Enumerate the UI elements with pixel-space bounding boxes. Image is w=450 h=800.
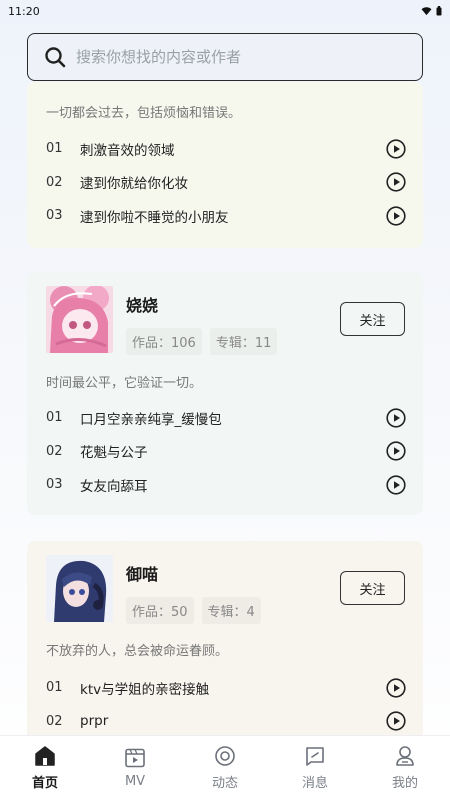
tab-mv[interactable]: MV (100, 747, 170, 789)
author-card: 一切都会过去，包括烦恼和错误。 01 刺激音效的领域 02 逮到你就给你化妆 0… (27, 82, 423, 248)
song-item[interactable]: 01 刺激音效的领域 (46, 132, 406, 166)
song-title: 花魁与公子 (80, 445, 148, 462)
tab-label: 动态 (211, 776, 238, 791)
avatar[interactable] (46, 286, 113, 353)
song-number: 03 (46, 208, 63, 224)
search-icon[interactable] (44, 46, 66, 68)
message-icon (306, 747, 324, 766)
song-number: 02 (46, 713, 63, 729)
tab-home[interactable]: 首页 (10, 745, 80, 791)
author-motto: 时间最公平，它验证一切。 (46, 376, 203, 391)
works-count: 作品：50 (126, 597, 194, 624)
bottom-tab-bar: 首页 MV 动态 消息 我的 (0, 735, 450, 800)
song-item[interactable]: 03 逮到你啦不睡觉的小朋友 (46, 199, 406, 233)
song-item[interactable]: 01 口月空亲亲纯享_缓慢包 (46, 401, 406, 435)
play-icon[interactable] (386, 475, 406, 495)
author-card: 娆娆 作品：106 专辑：11 关注 时间最公平，它验证一切。 01 口月空亲亲… (27, 272, 423, 515)
tab-profile[interactable]: 我的 (370, 745, 440, 791)
video-icon (125, 748, 145, 768)
song-number: 02 (46, 443, 63, 459)
follow-button[interactable]: 关注 (340, 571, 405, 605)
tab-label: MV (124, 774, 146, 789)
search-bar[interactable] (27, 33, 423, 81)
song-number: 02 (46, 174, 63, 190)
song-list: 01 刺激音效的领域 02 逮到你就给你化妆 03 逮到你啦不睡觉的小朋友 (46, 132, 406, 233)
works-count: 作品：106 (126, 328, 202, 355)
play-icon[interactable] (386, 441, 406, 461)
song-item[interactable]: 02 逮到你就给你化妆 (46, 166, 406, 200)
author-motto: 一切都会过去，包括烦恼和错误。 (46, 106, 242, 121)
song-list: 01 口月空亲亲纯享_缓慢包 02 花魁与公子 03 女友向舔耳 (46, 401, 406, 502)
song-number: 01 (46, 410, 63, 426)
albums-count: 专辑：11 (209, 328, 278, 355)
play-icon[interactable] (386, 206, 406, 226)
tab-label: 消息 (301, 776, 328, 791)
tab-label: 首页 (31, 776, 58, 791)
song-item[interactable]: 03 女友向舔耳 (46, 468, 406, 502)
song-title: prpr (80, 713, 109, 730)
tab-label: 我的 (391, 776, 418, 791)
song-title: ktv与学姐的亲密接触 (80, 681, 210, 698)
song-number: 03 (46, 477, 63, 493)
play-icon[interactable] (386, 408, 406, 428)
song-item[interactable]: 01 ktv与学姐的亲密接触 (46, 671, 406, 705)
song-title: 逮到你就给你化妆 (80, 176, 188, 193)
song-list: 01 ktv与学姐的亲密接触 02 prpr (46, 671, 406, 735)
search-input[interactable] (76, 48, 396, 66)
avatar[interactable] (46, 555, 113, 622)
albums-count: 专辑：4 (201, 597, 261, 624)
song-title: 口月空亲亲纯享_缓慢包 (80, 411, 222, 428)
tab-messages[interactable]: 消息 (280, 745, 350, 791)
author-header[interactable]: 御喵 作品：50 专辑：4 (46, 555, 261, 624)
author-name: 娆娆 (126, 296, 159, 315)
song-title: 刺激音效的领域 (80, 142, 175, 159)
song-title: 逮到你啦不睡觉的小朋友 (80, 209, 229, 226)
feed-icon (215, 746, 235, 766)
song-item[interactable]: 02 prpr (46, 705, 406, 736)
author-name: 御喵 (126, 565, 159, 584)
play-icon[interactable] (386, 678, 406, 698)
author-motto: 不放弃的人，总会被命运眷顾。 (46, 644, 229, 659)
song-item[interactable]: 02 花魁与公子 (46, 435, 406, 469)
play-icon[interactable] (386, 139, 406, 159)
song-title: 女友向舔耳 (80, 478, 148, 495)
play-icon[interactable] (386, 172, 406, 192)
follow-button[interactable]: 关注 (340, 302, 405, 336)
tab-feed[interactable]: 动态 (190, 745, 260, 791)
home-icon (35, 746, 55, 766)
song-number: 01 (46, 680, 63, 696)
author-card: 御喵 作品：50 专辑：4 关注 不放弃的人，总会被命运眷顾。 01 ktv与学… (27, 541, 423, 735)
profile-icon (396, 746, 414, 766)
song-number: 01 (46, 141, 63, 157)
play-icon[interactable] (386, 711, 406, 731)
feed[interactable]: 一切都会过去，包括烦恼和错误。 01 刺激音效的领域 02 逮到你就给你化妆 0… (0, 0, 450, 735)
author-header[interactable]: 娆娆 作品：106 专辑：11 (46, 286, 278, 355)
